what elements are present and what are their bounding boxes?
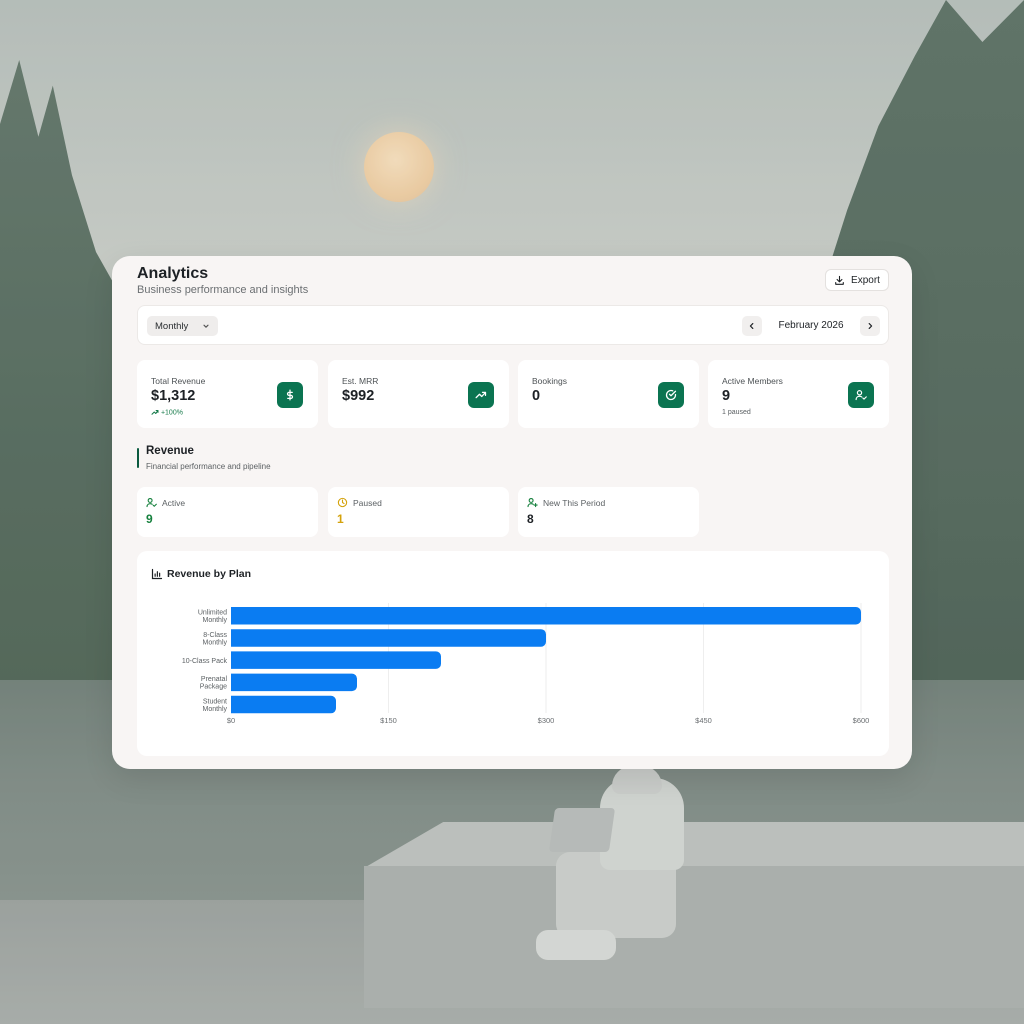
stat-change: +100%	[151, 409, 183, 417]
bar	[231, 673, 357, 692]
bar	[231, 651, 441, 669]
category-label: Monthly	[202, 617, 227, 624]
previous-month-button[interactable]	[742, 316, 762, 336]
member-stat-value: 9	[146, 512, 153, 526]
stat-card-total-revenue: Total Revenue $1,312 +100%	[137, 360, 318, 428]
stat-card-est-mrr: Est. MRR $992	[328, 360, 509, 428]
x-tick-label: $300	[538, 716, 555, 725]
stat-value: 0	[532, 388, 541, 404]
user-check-icon	[146, 497, 157, 508]
export-label: Export	[851, 274, 880, 286]
chevron-left-icon	[749, 323, 754, 329]
x-tick-label: $150	[380, 716, 397, 725]
revenue-by-plan-chart: $0 $150 $300 $450 $600UnlimitedMonthly8-Clas…	[182, 603, 870, 725]
member-stat-label: Paused	[353, 498, 382, 508]
page-title: Analytics	[137, 265, 209, 282]
category-label: Package	[200, 684, 227, 691]
stat-label: Est. MRR	[342, 376, 379, 386]
stat-label: Active Members	[722, 376, 783, 386]
stat-value: $992	[342, 388, 375, 404]
stat-value: 9	[722, 388, 731, 404]
category-label: Monthly	[202, 706, 227, 713]
user-check-icon	[848, 382, 874, 408]
check-circle-icon	[658, 382, 684, 408]
category-label: Unlimited	[198, 610, 227, 617]
category-label: Monthly	[202, 639, 227, 646]
chevron-down-icon	[203, 324, 209, 328]
x-tick-label: $600	[853, 716, 870, 725]
period-select-value: Monthly	[155, 320, 189, 332]
category-label: 8-Class	[203, 632, 227, 639]
stat-note: 1 paused	[722, 409, 751, 416]
export-button[interactable]: Export	[825, 269, 889, 291]
download-icon	[835, 275, 844, 285]
x-tick-label: $0	[227, 716, 235, 725]
bar	[231, 629, 546, 647]
stat-label: Total Revenue	[151, 376, 206, 386]
clock-icon	[337, 497, 348, 508]
stat-card-active-members: Active Members 9 1 paused	[708, 360, 889, 428]
chevron-right-icon	[868, 323, 873, 329]
section-accent-bar	[137, 448, 139, 468]
bar	[231, 695, 336, 714]
analytics-card: Analytics Business performance and insig…	[112, 256, 912, 769]
member-stat-value: 1	[337, 512, 344, 526]
stat-change-value: +100%	[160, 409, 183, 417]
member-stat-label: New This Period	[543, 498, 606, 508]
section-subtitle: Financial performance and pipeline	[146, 462, 271, 471]
stat-label: Bookings	[532, 376, 567, 386]
trending-up-icon	[468, 382, 494, 408]
member-stat-active: Active 9	[137, 487, 318, 537]
revenue-by-plan-card: Revenue by Plan $0 $150 $300 $450 $600 Unlimi…	[137, 551, 889, 756]
section-title: Revenue	[146, 445, 194, 457]
x-tick-label: $450	[695, 716, 712, 725]
member-stat-new: New This Period 8	[518, 487, 699, 537]
stat-value: $1,312	[151, 388, 196, 404]
category-label: 10-Class Pack	[182, 658, 228, 665]
stat-card-bookings: Bookings 0	[518, 360, 699, 428]
category-label: Prenatal	[201, 676, 228, 683]
member-stat-label: Active	[162, 498, 186, 508]
trending-up-small-icon	[151, 409, 159, 415]
user-plus-icon	[527, 497, 538, 508]
current-month: February 2026	[778, 320, 844, 331]
period-toolbar: Monthly February 2026	[137, 305, 889, 345]
member-stat-paused: Paused 1	[328, 487, 509, 537]
member-stat-value: 8	[527, 512, 534, 526]
category-label: Student	[203, 698, 227, 705]
bar	[231, 607, 861, 625]
page-subtitle: Business performance and insights	[137, 284, 309, 296]
next-month-button[interactable]	[860, 316, 880, 336]
dollar-icon	[277, 382, 303, 408]
period-select[interactable]: Monthly	[147, 316, 218, 336]
